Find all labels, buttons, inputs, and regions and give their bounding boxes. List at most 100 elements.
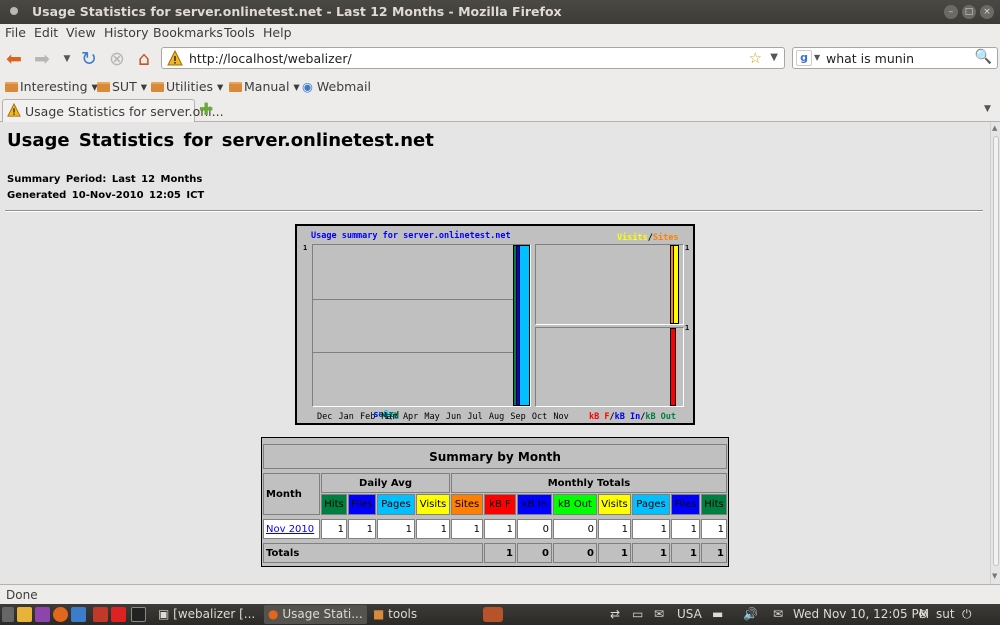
menu-bar: File Edit View History Bookmarks Tools H… — [0, 24, 1000, 43]
window-menu-icon[interactable] — [10, 7, 18, 15]
tab-usage-statistics[interactable]: Usage Statistics for server.onl... — [2, 99, 224, 122]
status-text: Done — [6, 588, 38, 602]
user-name[interactable]: sut — [936, 606, 955, 623]
bookmark-folder-manual[interactable]: Manual ▾ — [229, 79, 300, 94]
url-dropdown-icon[interactable]: ▼ — [770, 52, 778, 63]
new-tab-icon[interactable]: ✚ — [199, 100, 213, 120]
terminal-launcher-icon[interactable] — [35, 607, 50, 622]
totals-cell: 0 — [553, 543, 597, 563]
keyboard-layout[interactable]: USA — [677, 606, 702, 623]
table-cell: 0 — [553, 519, 597, 539]
vlc-launcher-icon[interactable] — [17, 607, 32, 622]
y-max-label-kb: 1 — [685, 324, 690, 332]
search-bar[interactable]: g ▼ what is munin 🔍 — [792, 47, 998, 69]
plot-visits-sites — [535, 244, 684, 325]
bookmark-folder-sut[interactable]: SUT ▾ — [97, 79, 147, 94]
y-axis-label: Pages / Files / Hits — [373, 409, 399, 419]
history-dropdown-icon[interactable]: ▼ — [55, 48, 79, 70]
maximize-icon[interactable]: □ — [962, 5, 976, 19]
window-titlebar: Usage Statistics for server.onlinetest.n… — [0, 0, 1000, 24]
console-launcher-icon[interactable] — [131, 607, 146, 622]
menu-view[interactable]: View — [66, 25, 96, 40]
network-icon[interactable]: ⇄ — [610, 606, 620, 623]
col-monthly-visits: Visits — [598, 494, 631, 515]
power-icon[interactable]: ⏻ — [962, 606, 972, 623]
totals-label: Totals — [263, 543, 483, 563]
task-tools[interactable]: ■ tools — [373, 605, 463, 624]
col-daily-visits: Visits — [416, 494, 450, 515]
close-icon[interactable]: × — [980, 5, 994, 19]
y-max-label-main: 1 — [303, 244, 308, 252]
editor-launcher-icon[interactable] — [111, 607, 126, 622]
bar-pages-nov — [519, 245, 530, 406]
url-bar[interactable]: http://localhost/webalizer/ ☆ ▼ — [161, 47, 785, 69]
table-cell: 1 — [348, 519, 376, 539]
month-label: Dec — [317, 412, 333, 422]
menu-edit[interactable]: Edit — [34, 25, 58, 40]
menu-tools[interactable]: Tools — [224, 25, 255, 40]
bookmark-folder-interesting[interactable]: Interesting ▾ — [5, 79, 98, 94]
url-text[interactable]: http://localhost/webalizer/ — [189, 51, 352, 66]
scroll-thumb[interactable] — [993, 136, 999, 566]
month-link-nov-2010[interactable]: Nov 2010 — [266, 524, 314, 535]
battery-icon[interactable]: ▬ — [712, 606, 723, 623]
col-monthly-kbout: kB Out — [553, 494, 597, 515]
back-icon[interactable]: ⬅ — [2, 48, 26, 70]
bookmark-webmail[interactable]: ◉ Webmail — [302, 79, 371, 94]
files-launcher-icon[interactable] — [71, 607, 86, 622]
menu-history[interactable]: History — [104, 25, 148, 40]
chat-icon[interactable]: ✉ — [654, 606, 664, 623]
menu-file[interactable]: File — [5, 25, 26, 40]
vertical-scrollbar[interactable]: ▲ ▼ — [990, 122, 1000, 584]
summary-period: Summary Period: Last 12 Months — [7, 174, 203, 185]
search-input[interactable]: what is munin — [826, 51, 914, 66]
firefox-minimized-icon[interactable] — [483, 607, 503, 622]
mail-icon[interactable]: ✉ — [773, 606, 783, 623]
col-monthly-kbin: kB In — [517, 494, 552, 515]
forward-icon[interactable]: ➡ — [30, 48, 54, 70]
stop-icon[interactable]: ⊗ — [105, 48, 129, 70]
home-icon[interactable]: ⌂ — [132, 48, 156, 70]
folder-icon — [5, 82, 18, 92]
reload-icon[interactable]: ↻ — [77, 48, 101, 70]
pdf-launcher-icon[interactable] — [93, 607, 108, 622]
month-label: Apr — [402, 412, 419, 422]
scroll-up-icon[interactable]: ▲ — [992, 124, 997, 132]
taskbar: ▣ [webalizer [... ● Usage Stati... ■ too… — [0, 604, 1000, 625]
plot-kbytes — [535, 327, 684, 407]
x-axis-months: Dec Jan Feb Mar Apr May Jun Jul Aug Sep … — [317, 412, 569, 422]
graph-legend-visits-sites: Visits/Sites — [617, 233, 678, 243]
task-usage-statistics[interactable]: ● Usage Stati... — [264, 605, 367, 624]
month-label: Jan — [338, 412, 354, 422]
legend-kbf: kB F — [589, 412, 610, 422]
gridline — [313, 299, 530, 300]
show-desktop-icon[interactable] — [2, 607, 14, 622]
menu-help[interactable]: Help — [263, 25, 292, 40]
month-label: Jun — [445, 412, 462, 422]
daily-avg-header: Daily Avg — [321, 473, 450, 493]
clock[interactable]: Wed Nov 10, 12:05 PM — [793, 606, 929, 623]
folder-icon: ■ — [373, 607, 385, 621]
bookmark-folder-utilities[interactable]: Utilities ▾ — [151, 79, 223, 94]
scroll-down-icon[interactable]: ▼ — [992, 572, 997, 580]
month-label: Aug — [488, 412, 505, 422]
summary-by-month-table: Summary by Month Month Daily Avg Monthly… — [261, 437, 729, 567]
month-label: Mar — [381, 412, 397, 422]
firefox-launcher-icon[interactable] — [53, 607, 68, 622]
volume-icon[interactable]: 🔊 — [743, 606, 758, 623]
minimize-icon[interactable]: – — [944, 5, 958, 19]
bookmark-star-icon[interactable]: ☆ — [749, 49, 762, 67]
window-title: Usage Statistics for server.onlinetest.n… — [32, 4, 562, 19]
google-engine-icon[interactable]: g — [796, 50, 812, 66]
table-cell: 1 — [632, 519, 670, 539]
tab-list-dropdown-icon[interactable]: ▼ — [984, 104, 991, 114]
search-icon[interactable]: 🔍 — [975, 49, 992, 65]
menu-bookmarks[interactable]: Bookmarks — [153, 25, 223, 40]
totals-cell: 1 — [701, 543, 727, 563]
folder-icon — [97, 82, 110, 92]
search-engine-dropdown-icon[interactable]: ▼ — [814, 53, 820, 62]
totals-cell: 1 — [598, 543, 631, 563]
bar-visits-nov — [673, 245, 679, 324]
display-icon[interactable]: ▭ — [632, 606, 643, 623]
task-webalizer[interactable]: ▣ [webalizer [... — [158, 605, 258, 624]
